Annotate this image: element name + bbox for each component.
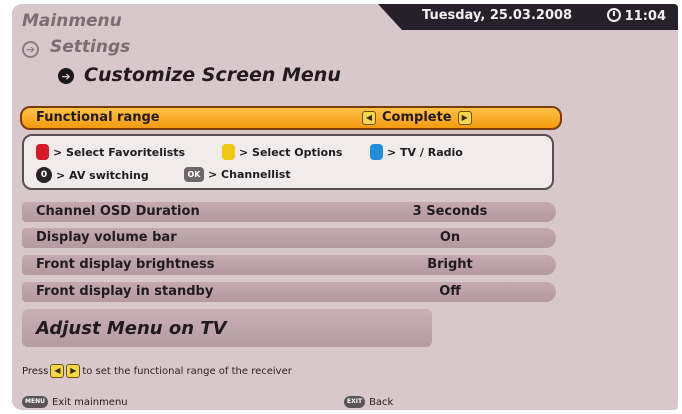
legend-yellow-label: > Select Options (239, 145, 343, 159)
setting-row-front-display-standby[interactable]: Front display in standby Off (22, 282, 556, 302)
date-label: Tuesday, 25.03.2008 (422, 8, 573, 23)
setting-row-front-display-brightness[interactable]: Front display brightness Bright (22, 255, 556, 275)
legend-red-label: > Select Favoritelists (53, 145, 186, 159)
legend-ok: OK > Channellist (184, 167, 291, 182)
footer-back-label: Back (369, 396, 394, 408)
footer-exit-mainmenu[interactable]: MENU Exit mainmenu (22, 396, 128, 408)
zero-key-icon: 0 (36, 167, 52, 183)
setting-value-selector[interactable]: ◀ Complete ▶ (362, 110, 472, 125)
page-title: Customize Screen Menu (84, 64, 341, 86)
setting-label: Front display brightness (36, 257, 215, 272)
setting-label: Front display in standby (36, 284, 214, 299)
breadcrumb-settings[interactable]: Settings (50, 37, 130, 57)
hint-prefix: Press (22, 365, 49, 377)
setting-value: 3 Seconds (412, 204, 488, 219)
time-label: 11:04 (624, 9, 666, 24)
arrow-right-circle-icon: ➔ (58, 68, 74, 84)
arrow-right-circle-icon: ➔ (22, 41, 39, 58)
setting-label: Display volume bar (36, 230, 177, 245)
menu-key-icon: MENU (22, 396, 48, 408)
clock-icon (606, 8, 621, 22)
setting-label: Channel OSD Duration (36, 204, 200, 219)
ok-key-icon: OK (184, 167, 204, 182)
legend-blue: > TV / Radio (370, 144, 463, 160)
right-arrow-key-icon[interactable]: ▶ (457, 110, 472, 125)
legend-zero: 0 > AV switching (36, 167, 149, 183)
legend-blue-label: > TV / Radio (387, 145, 463, 159)
hint-text: to set the functional range of the recei… (82, 365, 292, 377)
tv-screen: Tuesday, 25.03.2008 11:04 Mainmenu ➔ Set… (12, 4, 678, 410)
legend-red: > Select Favoritelists (36, 144, 185, 160)
yellow-key-icon (222, 144, 235, 160)
color-key-legend: > Select Favoritelists > Select Options … (22, 134, 554, 190)
red-key-icon (36, 144, 49, 160)
right-arrow-key-icon: ▶ (66, 364, 81, 378)
setting-label: Functional range (36, 110, 160, 125)
exit-key-icon: EXIT (344, 396, 366, 408)
adjust-menu-label: Adjust Menu on TV (36, 318, 227, 339)
help-hint: Press ◀ ▶ to set the functional range of… (22, 364, 292, 378)
legend-yellow: > Select Options (222, 144, 342, 160)
breadcrumb-mainmenu[interactable]: Mainmenu (22, 11, 122, 31)
blue-key-icon (370, 144, 383, 160)
left-arrow-key-icon[interactable]: ◀ (362, 110, 376, 125)
left-arrow-key-icon: ◀ (50, 364, 65, 378)
setting-row-channel-osd-duration[interactable]: Channel OSD Duration 3 Seconds (22, 202, 556, 222)
time-display: 11:04 (606, 8, 666, 24)
status-bar: Tuesday, 25.03.2008 11:04 (378, 4, 678, 30)
footer-menu-label: Exit mainmenu (51, 396, 128, 408)
setting-value: Bright (427, 257, 473, 272)
setting-value: Off (439, 284, 461, 299)
setting-row-display-volume-bar[interactable]: Display volume bar On (22, 228, 556, 248)
setting-value: Complete (382, 110, 452, 125)
legend-ok-label: > Channellist (208, 168, 291, 181)
legend-zero-label: > AV switching (56, 168, 149, 182)
setting-row-functional-range[interactable]: Functional range ◀ Complete ▶ (20, 106, 562, 130)
adjust-menu-button[interactable]: Adjust Menu on TV (22, 309, 432, 347)
setting-value: On (439, 230, 461, 245)
footer-back[interactable]: EXIT Back (344, 396, 393, 408)
